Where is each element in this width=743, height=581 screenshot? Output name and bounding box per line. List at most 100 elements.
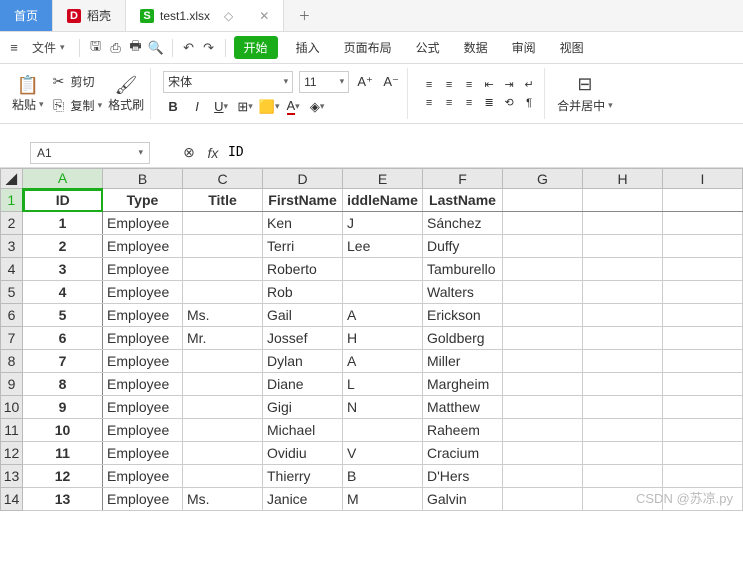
cell[interactable]: Walters <box>423 281 503 304</box>
cell[interactable] <box>183 396 263 419</box>
cell[interactable] <box>663 350 743 373</box>
cell[interactable] <box>583 373 663 396</box>
cell[interactable]: Employee <box>103 212 183 235</box>
cell[interactable] <box>583 258 663 281</box>
column-header[interactable]: E <box>343 169 423 189</box>
align-right-icon[interactable]: ≡ <box>460 95 478 111</box>
cell[interactable]: 13 <box>23 488 103 511</box>
cell[interactable]: Title <box>183 189 263 212</box>
row-header[interactable]: 3 <box>1 235 23 258</box>
font-size-select[interactable]: 11▾ <box>299 71 349 93</box>
cell[interactable] <box>503 189 583 212</box>
tab-data[interactable]: 数据 <box>458 35 494 60</box>
popout-icon[interactable]: ◇ <box>224 9 233 23</box>
cell[interactable]: Tamburello <box>423 258 503 281</box>
name-box[interactable]: A1▾ <box>30 142 150 164</box>
tab-home[interactable]: 首页 <box>0 0 53 31</box>
cell[interactable]: 8 <box>23 373 103 396</box>
cell[interactable] <box>503 304 583 327</box>
cell[interactable] <box>583 465 663 488</box>
align-bottom-icon[interactable]: ≡ <box>460 77 478 93</box>
file-menu[interactable]: 文件▾ <box>26 36 71 59</box>
cell[interactable] <box>183 419 263 442</box>
italic-button[interactable]: I <box>187 97 207 117</box>
cell[interactable] <box>663 212 743 235</box>
cell[interactable] <box>183 442 263 465</box>
cell[interactable]: Employee <box>103 442 183 465</box>
hamburger-icon[interactable]: ≡ <box>6 40 22 56</box>
cell[interactable] <box>343 419 423 442</box>
cell[interactable] <box>503 465 583 488</box>
cell[interactable] <box>583 419 663 442</box>
cell[interactable] <box>663 465 743 488</box>
cell[interactable] <box>503 396 583 419</box>
cell[interactable]: Ovidiu <box>263 442 343 465</box>
column-header[interactable]: D <box>263 169 343 189</box>
close-icon[interactable]: ✕ <box>259 9 269 23</box>
cell[interactable]: Employee <box>103 488 183 511</box>
cell[interactable] <box>583 442 663 465</box>
cell[interactable]: 12 <box>23 465 103 488</box>
row-header[interactable]: 2 <box>1 212 23 235</box>
cell[interactable]: Gail <box>263 304 343 327</box>
cell[interactable] <box>583 327 663 350</box>
border-button[interactable]: ⊞▾ <box>235 97 255 117</box>
align-top-icon[interactable]: ≡ <box>420 77 438 93</box>
row-header[interactable]: 4 <box>1 258 23 281</box>
cell[interactable]: Employee <box>103 419 183 442</box>
cell[interactable]: Roberto <box>263 258 343 281</box>
cell[interactable] <box>503 212 583 235</box>
tab-insert[interactable]: 插入 <box>290 35 326 60</box>
orientation-icon[interactable]: ⟲ <box>500 95 518 111</box>
cell[interactable]: Diane <box>263 373 343 396</box>
cell[interactable]: V <box>343 442 423 465</box>
cell[interactable] <box>503 373 583 396</box>
cell[interactable] <box>663 304 743 327</box>
cell[interactable]: Mr. <box>183 327 263 350</box>
new-tab-button[interactable]: ＋ <box>284 0 324 31</box>
tab-start[interactable]: 开始 <box>234 36 278 59</box>
cell[interactable]: M <box>343 488 423 511</box>
cell[interactable] <box>663 327 743 350</box>
cell[interactable] <box>663 189 743 212</box>
cell[interactable]: Ms. <box>183 304 263 327</box>
cell[interactable]: Ms. <box>183 488 263 511</box>
merge-button[interactable]: 合并居中▾ <box>557 97 613 114</box>
clear-format-button[interactable]: ◈▾ <box>307 97 327 117</box>
cell[interactable] <box>663 442 743 465</box>
row-header[interactable]: 6 <box>1 304 23 327</box>
cell[interactable] <box>583 189 663 212</box>
cell[interactable] <box>343 281 423 304</box>
row-header[interactable]: 12 <box>1 442 23 465</box>
cell[interactable] <box>183 235 263 258</box>
cell[interactable]: J <box>343 212 423 235</box>
cell[interactable] <box>663 419 743 442</box>
cell[interactable]: ID <box>23 189 103 212</box>
column-header[interactable]: A <box>23 169 103 189</box>
paste-button[interactable]: 粘贴▾ <box>12 96 44 113</box>
cell[interactable]: Employee <box>103 327 183 350</box>
cell[interactable]: Type <box>103 189 183 212</box>
cell[interactable]: Duffy <box>423 235 503 258</box>
cut-button[interactable]: ✂剪切 <box>50 73 103 91</box>
cell[interactable]: Michael <box>263 419 343 442</box>
cell[interactable] <box>503 419 583 442</box>
cell[interactable] <box>503 235 583 258</box>
select-all-corner[interactable]: ◢ <box>1 169 23 189</box>
cell[interactable]: 10 <box>23 419 103 442</box>
cell[interactable] <box>503 281 583 304</box>
cell[interactable]: Rob <box>263 281 343 304</box>
cell[interactable]: Cracium <box>423 442 503 465</box>
cell[interactable]: 1 <box>23 212 103 235</box>
format-painter-icon[interactable]: 🖌 <box>115 74 137 96</box>
cell[interactable] <box>503 327 583 350</box>
cell[interactable]: 2 <box>23 235 103 258</box>
cell[interactable] <box>183 373 263 396</box>
save-as-icon[interactable]: ⎙ <box>108 40 124 56</box>
column-header[interactable]: B <box>103 169 183 189</box>
align-middle-icon[interactable]: ≡ <box>440 77 458 93</box>
tab-file[interactable]: S test1.xlsx ◇ ✕ <box>126 0 284 31</box>
increase-font-icon[interactable]: A⁺ <box>355 72 375 92</box>
bold-button[interactable]: B <box>163 97 183 117</box>
cell[interactable]: Dylan <box>263 350 343 373</box>
